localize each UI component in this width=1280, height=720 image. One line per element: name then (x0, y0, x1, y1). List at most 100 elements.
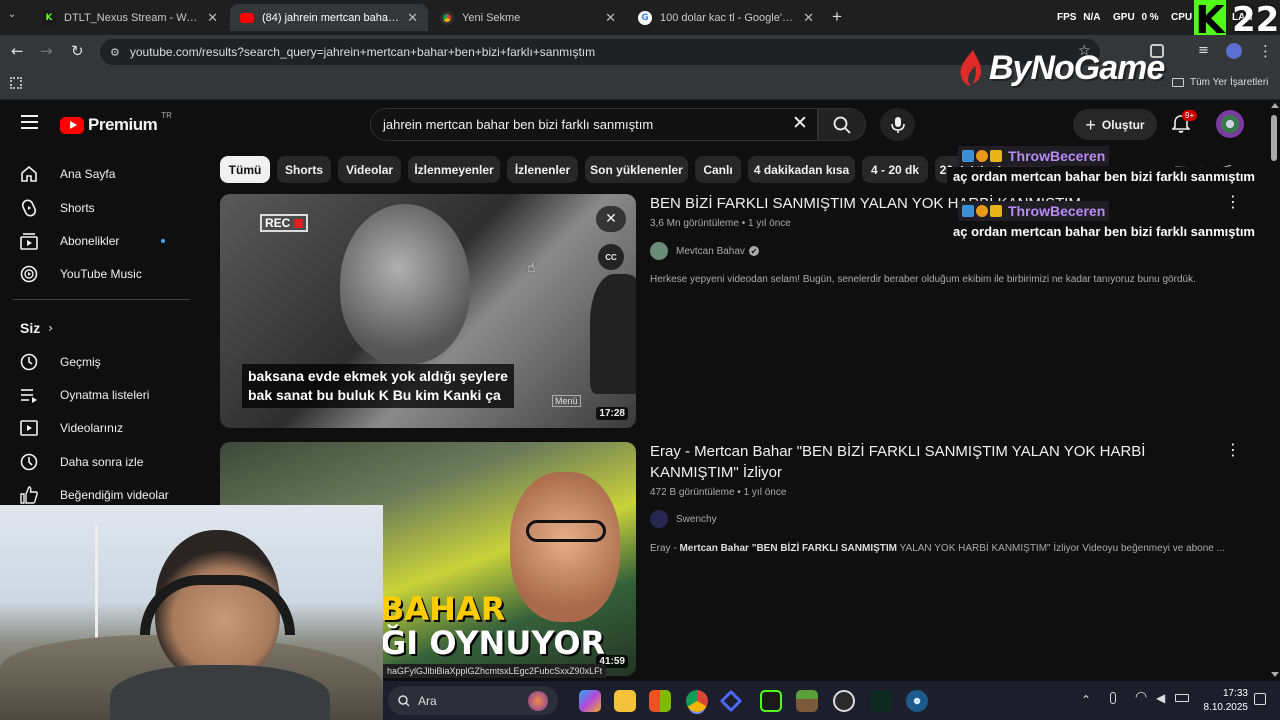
all-bookmarks-label: Tüm Yer İşaretleri (1190, 77, 1269, 88)
sidebar-item-label: Abonelikler (60, 233, 120, 248)
captions-button[interactable]: CC (598, 244, 624, 270)
sidebar-item-watch-later[interactable]: Daha sonra izle (0, 445, 190, 478)
channel-avatar[interactable] (650, 510, 668, 528)
channel-row[interactable]: Mevtcan Bahav ✔ (650, 242, 759, 260)
tab-title: DTLT_Nexus Stream - Watch Li (64, 11, 199, 24)
chip-watched[interactable]: İzlenenler (507, 156, 578, 183)
create-button[interactable]: + Oluştur (1073, 109, 1157, 140)
channel-avatar[interactable] (650, 242, 668, 260)
new-tab-button[interactable]: + (832, 7, 842, 27)
apps-grid-icon[interactable] (10, 77, 22, 89)
tab-close-icon[interactable]: ✕ (803, 10, 814, 26)
copilot-icon[interactable] (579, 690, 601, 712)
sidebar-item-shorts[interactable]: Shorts (0, 191, 190, 224)
app-diamond-icon[interactable] (719, 689, 743, 713)
guide-menu-icon[interactable] (21, 115, 38, 129)
back-icon[interactable]: ← (11, 42, 24, 60)
scrollbar-thumb[interactable] (1271, 115, 1277, 161)
notifications-button[interactable]: 9+ (1171, 110, 1198, 139)
reload-icon[interactable]: ↻ (71, 42, 84, 60)
files-icon[interactable] (614, 690, 636, 712)
youtube-premium-logo[interactable]: Premium TR (60, 111, 172, 135)
sidebar-divider (12, 299, 190, 300)
app-music-icon[interactable] (833, 690, 855, 712)
sidebar-section-you[interactable]: Siz › (0, 311, 190, 344)
steam-icon[interactable] (906, 690, 928, 712)
taskbar-clock[interactable]: 17:33 8.10.2025 (1198, 687, 1249, 715)
sidebar-item-label: Geçmiş (60, 354, 101, 369)
store-icon[interactable] (649, 690, 671, 712)
chip-unwatched[interactable]: İzlenmeyenler (408, 156, 500, 183)
chip-shorts[interactable]: Shorts (277, 156, 331, 183)
scroll-down-icon[interactable] (1271, 672, 1279, 677)
tab-youtube-search[interactable]: (84) jahrein mertcan bahar ben ✕ (230, 4, 428, 31)
video-title[interactable]: Eray - Mertcan Bahar "BEN BİZİ FARKLI SA… (650, 441, 1170, 483)
address-bar[interactable]: ⚙ youtube.com/results?search_query=jahre… (100, 39, 1100, 65)
search-input[interactable]: jahrein mertcan bahar ben bizi farklı sa… (370, 108, 818, 141)
sidebar-item-history[interactable]: Geçmiş (0, 345, 190, 378)
sidebar-item-playlists[interactable]: Oynatma listeleri (0, 378, 190, 411)
chip-recently-uploaded[interactable]: Son yüklenenler (585, 156, 688, 183)
notification-center-icon[interactable] (1254, 693, 1266, 705)
search-button[interactable] (818, 108, 866, 141)
tab-dtlt[interactable]: K DTLT_Nexus Stream - Watch Li ✕ (32, 4, 228, 31)
mouse-cursor: ☝ (527, 260, 536, 276)
sidebar-item-subscriptions[interactable]: Abonelikler (0, 224, 190, 257)
gpu-value: 0 % (1141, 12, 1159, 23)
tab-close-icon[interactable]: ✕ (207, 10, 218, 26)
clear-search-icon[interactable]: ✕ (792, 112, 808, 134)
tray-wifi-icon[interactable]: ◠ (1135, 689, 1147, 705)
tab-list-button[interactable]: ⌄ (8, 9, 16, 20)
chevron-right-icon: › (48, 320, 54, 335)
sidebar-item-label: Shorts (60, 200, 95, 215)
tray-volume-icon[interactable]: ◀ (1156, 691, 1165, 705)
video-thumbnail[interactable]: REC ✕ CC baksana evde ekmek yok aldığı ş… (220, 194, 636, 428)
fps-label: FPS (1057, 12, 1077, 23)
all-bookmarks-folder[interactable]: Tüm Yer İşaretleri (1172, 77, 1268, 88)
app-green-icon[interactable] (760, 690, 782, 712)
rec-indicator: REC (260, 214, 309, 232)
minecraft-icon[interactable] (796, 690, 818, 712)
chip-live[interactable]: Canlı (695, 156, 741, 183)
sidebar-item-youtube-music[interactable]: YouTube Music (0, 257, 190, 290)
tab-close-icon[interactable]: ✕ (605, 10, 616, 26)
chip-4-20-min[interactable]: 4 - 20 dk (862, 156, 928, 183)
account-avatar[interactable] (1216, 110, 1244, 138)
thumbnail-glasses (526, 520, 606, 542)
tab-new-tab[interactable]: Yeni Sekme ✕ (430, 4, 626, 31)
tab-google-search[interactable]: G 100 dolar kac tl - Google'da Ara ✕ (628, 4, 824, 31)
tray-mic-icon[interactable] (1110, 692, 1116, 704)
history-icon (20, 353, 38, 371)
channel-row[interactable]: Swenchy (650, 510, 717, 528)
tray-overflow-icon[interactable]: ⌃ (1081, 693, 1091, 707)
sidebar-item-your-videos[interactable]: Videolarınız (0, 411, 190, 444)
scroll-up-icon[interactable] (1271, 103, 1279, 108)
voice-search-button[interactable] (880, 108, 915, 141)
media-controls-icon[interactable]: ≡ (1198, 43, 1209, 58)
video-title[interactable]: BEN BİZİ FARKLI SANMIŞTIM YALAN YOK HARB… (650, 193, 1210, 214)
tab-close-icon[interactable]: ✕ (407, 10, 418, 26)
browser-tab-bar: ⌄ K DTLT_Nexus Stream - Watch Li ✕ (84) … (0, 0, 1280, 40)
search-highlight-icon (528, 690, 548, 711)
more-actions-icon[interactable]: ⋮ (1225, 440, 1241, 459)
more-actions-icon[interactable]: ⋮ (1225, 192, 1241, 211)
chip-all[interactable]: Tümü (220, 156, 270, 183)
kick-k-logo: K (1194, 0, 1226, 42)
browser-menu-icon[interactable]: ⋮ (1258, 42, 1273, 60)
muted-icon[interactable]: ✕ (596, 206, 626, 232)
taskbar-search[interactable]: Ara (388, 686, 558, 715)
chrome-icon[interactable] (686, 690, 708, 712)
watch-later-icon (20, 453, 38, 471)
chip-videos[interactable]: Videolar (338, 156, 401, 183)
page-scrollbar[interactable] (1269, 101, 1280, 681)
channel-name[interactable]: Mevtcan Bahav (676, 246, 745, 257)
chip-under-4-min[interactable]: 4 dakikadan kısa (748, 156, 855, 183)
sidebar-item-home[interactable]: Ana Sayfa (0, 157, 190, 190)
app-terminal-icon[interactable] (870, 690, 892, 712)
channel-name[interactable]: Swenchy (676, 514, 717, 525)
profile-avatar[interactable] (1226, 43, 1242, 59)
forward-icon[interactable]: → (40, 42, 53, 60)
tray-battery-icon[interactable] (1175, 694, 1189, 702)
site-settings-icon[interactable]: ⚙ (110, 46, 120, 59)
tab-title: (84) jahrein mertcan bahar ben (262, 11, 400, 24)
